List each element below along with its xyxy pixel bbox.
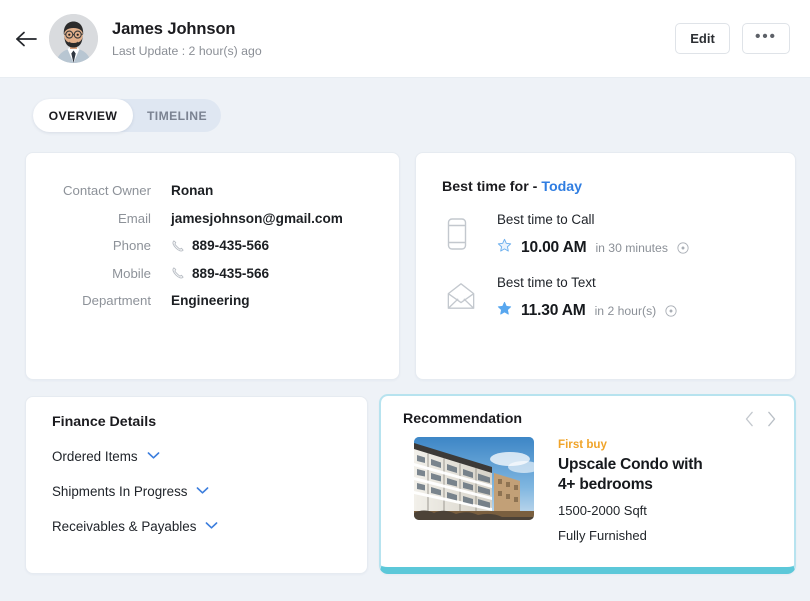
star-filled-icon	[497, 301, 512, 321]
recommendation-furnishing: Fully Furnished	[558, 528, 647, 543]
field-value: Engineering	[171, 293, 250, 308]
best-time-text-value: 11.30 AM	[521, 302, 586, 319]
finance-row-label: Shipments In Progress	[52, 483, 188, 499]
finance-row-label: Ordered Items	[52, 448, 138, 464]
contact-row-phone: Phone 889-435-566	[26, 238, 399, 253]
chevron-left-icon[interactable]	[745, 411, 754, 427]
field-value: Ronan	[171, 183, 213, 198]
finance-title: Finance Details	[52, 414, 157, 430]
recommendation-name-line1: Upscale Condo with	[558, 456, 703, 473]
field-value-text: 889-435-566	[192, 265, 270, 281]
apartment-building-photo	[414, 437, 534, 520]
best-time-card: Best time for - Today Best time to Call	[415, 152, 796, 380]
best-time-text-item: Best time to Text 11.30 AM in 2 hour(s)	[416, 258, 795, 321]
contact-rows: Contact Owner Ronan Email jamesjohnson@g…	[26, 153, 399, 308]
best-time-call-label: Best time to Call	[497, 212, 595, 227]
best-time-call-item: Best time to Call 10.00 AM in 30 minutes	[416, 195, 795, 258]
best-time-call-value: 10.00 AM	[521, 239, 587, 256]
chevron-down-icon	[147, 447, 160, 465]
field-value-text: Ronan	[171, 183, 214, 198]
recommendation-title: Recommendation	[403, 411, 523, 427]
finance-row-shipments-in-progress[interactable]: Shipments In Progress	[26, 482, 367, 500]
best-time-text-body: Best time to Text 11.30 AM in 2 hour(s)	[490, 274, 677, 321]
finance-details-card: Finance Details Ordered Items Shipments …	[25, 396, 368, 574]
tab-bar: OVERVIEW TIMELINE	[33, 99, 221, 132]
phone-icon	[171, 266, 185, 280]
best-time-call-relative: in 30 minutes	[595, 241, 668, 255]
best-time-call-row: 10.00 AM in 30 minutes	[497, 238, 689, 258]
recommendation-tag: First buy	[558, 438, 607, 451]
clock-info-icon[interactable]	[677, 242, 689, 254]
page-header: James Johnson Last Update : 2 hour(s) ag…	[0, 0, 810, 78]
tab-overview[interactable]: OVERVIEW	[33, 99, 133, 132]
header-text-block: James Johnson Last Update : 2 hour(s) ag…	[112, 19, 262, 59]
best-time-text-label: Best time to Text	[497, 275, 596, 290]
field-value: 889-435-566	[171, 266, 269, 281]
field-value: 889-435-566	[171, 238, 269, 253]
contact-detail-page: James Johnson Last Update : 2 hour(s) ag…	[0, 0, 810, 601]
last-update-text: Last Update : 2 hour(s) ago	[112, 43, 262, 58]
more-options-button[interactable]: •••	[742, 23, 790, 54]
recommendation-name-line2: 4+ bedrooms	[558, 476, 653, 493]
finance-row-ordered-items[interactable]: Ordered Items	[26, 447, 367, 465]
recommendation-card: Recommendation First buy Upscale Condo w…	[379, 394, 796, 574]
star-outline-icon	[497, 238, 512, 258]
envelope-icon	[446, 274, 490, 321]
contact-row-department: Department Engineering	[26, 293, 399, 308]
recommendation-size: 1500-2000 Sqft	[558, 503, 647, 518]
field-label: Department	[82, 293, 151, 308]
tab-timeline[interactable]: TIMELINE	[133, 99, 221, 132]
phone-icon	[171, 239, 185, 253]
field-label: Email	[118, 210, 151, 226]
header-actions: Edit •••	[675, 23, 790, 54]
edit-button[interactable]: Edit	[675, 23, 730, 54]
field-label: Phone	[112, 238, 151, 253]
best-time-title-prefix: Best time for -	[442, 179, 542, 195]
contact-row-email: Email jamesjohnson@gmail.com	[26, 211, 399, 226]
contact-row-mobile: Mobile 889-435-566	[26, 266, 399, 281]
mobile-phone-icon	[446, 211, 490, 258]
field-label: Contact Owner	[63, 183, 151, 198]
page-title: James Johnson	[112, 19, 236, 38]
recommendation-name: Upscale Condo with 4+ bedrooms	[558, 455, 703, 495]
best-time-today-link[interactable]: Today	[541, 179, 582, 195]
recommendation-header: Recommendation	[381, 396, 794, 427]
best-time-call-body: Best time to Call 10.00 AM in 30 minutes	[490, 211, 689, 258]
best-time-text-row: 11.30 AM in 2 hour(s)	[497, 301, 677, 321]
clock-info-icon[interactable]	[665, 305, 677, 317]
field-value-text: Engineering	[171, 293, 250, 308]
best-time-text-relative: in 2 hour(s)	[594, 304, 657, 318]
chevron-right-icon[interactable]	[767, 411, 776, 427]
field-value: jamesjohnson@gmail.com	[171, 211, 343, 226]
recommendation-body: First buy Upscale Condo with 4+ bedrooms…	[381, 427, 794, 545]
field-value-text: jamesjohnson@gmail.com	[171, 210, 343, 226]
field-label: Mobile	[112, 265, 151, 281]
avatar	[49, 14, 98, 63]
back-button[interactable]	[10, 22, 44, 56]
arrow-left-icon	[15, 29, 39, 49]
chevron-down-icon	[196, 482, 209, 500]
finance-row-receivables-payables[interactable]: Receivables & Payables	[26, 517, 367, 535]
best-time-title: Best time for - Today	[416, 153, 795, 195]
recommendation-nav	[745, 411, 776, 427]
finance-row-label: Receivables & Payables	[52, 518, 197, 534]
chevron-down-icon	[205, 517, 218, 535]
recommendation-info: First buy Upscale Condo with 4+ bedrooms…	[534, 437, 703, 545]
contact-row-contact-owner: Contact Owner Ronan	[26, 183, 399, 198]
field-value-text: 889-435-566	[192, 238, 270, 253]
contact-details-card: Contact Owner Ronan Email jamesjohnson@g…	[25, 152, 400, 380]
